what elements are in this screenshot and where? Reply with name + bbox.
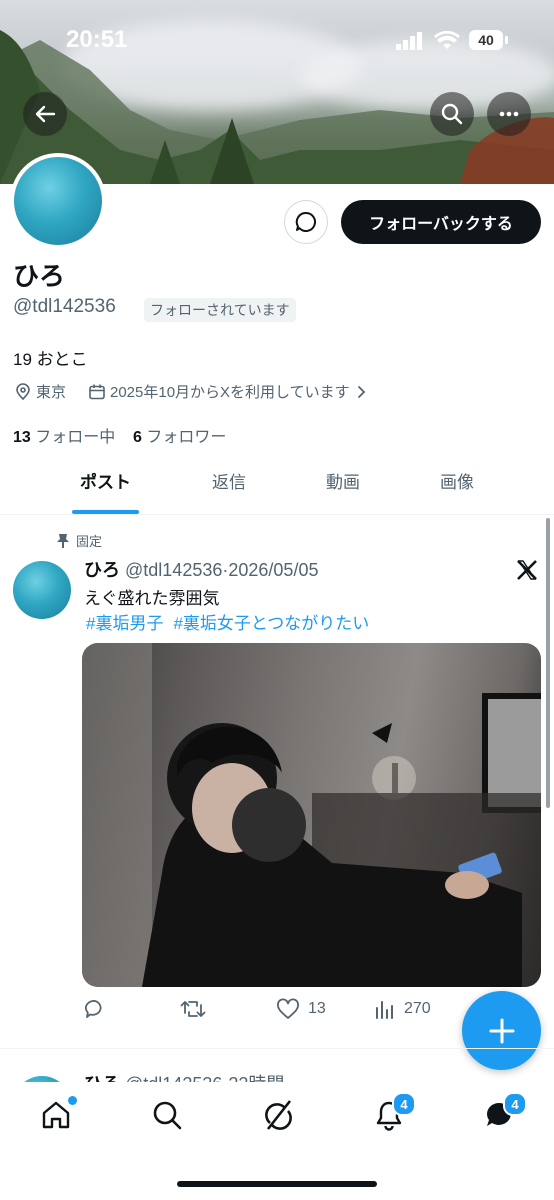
- pinned-label: 固定: [76, 534, 103, 549]
- follows-you-badge: フォローされています: [144, 298, 296, 322]
- nav-home[interactable]: [39, 1096, 77, 1132]
- following-count: 13: [13, 429, 31, 446]
- search-icon: [153, 1101, 182, 1130]
- hashtag-link[interactable]: #裏垢男子: [86, 614, 163, 633]
- profile-avatar[interactable]: [10, 153, 106, 249]
- following-label: フォロー中: [35, 429, 116, 446]
- nav-grok[interactable]: [261, 1098, 295, 1132]
- plus-icon: [489, 1018, 514, 1043]
- post-text: えぐ盛れた雰囲気: [84, 589, 220, 608]
- nav-messages[interactable]: 4: [483, 1092, 527, 1132]
- x-logo-icon[interactable]: [515, 558, 539, 587]
- follow-counts: 13 フォロー中 6 フォロワー: [13, 423, 226, 447]
- view-count: 270: [404, 1000, 431, 1017]
- following-link[interactable]: 13 フォロー中: [13, 429, 115, 446]
- profile-name: ひろ: [13, 261, 66, 291]
- search-icon: [441, 103, 463, 125]
- joined-text: 2025年10月からXを利用しています: [110, 384, 350, 401]
- back-button[interactable]: [23, 92, 67, 136]
- like-button[interactable]: 13: [276, 998, 326, 1020]
- pin-icon: [57, 533, 69, 548]
- photo-illustration: [82, 643, 541, 987]
- pinned-indicator: 固定: [56, 531, 102, 550]
- post-author[interactable]: ひろ: [84, 560, 120, 580]
- post-header: ひろ @tdl142536·2026/05/05: [84, 556, 318, 582]
- like-count: 13: [308, 1000, 326, 1017]
- chevron-right-icon: [357, 385, 365, 398]
- profile-bio: 19 おとこ: [13, 350, 88, 369]
- location-text: 東京: [36, 384, 67, 401]
- follow-back-button[interactable]: フォローバックする: [341, 200, 541, 244]
- followers-count: 6: [133, 429, 142, 446]
- reply-button[interactable]: [84, 998, 106, 1020]
- scrollbar[interactable]: [546, 518, 550, 808]
- battery-icon: 40: [469, 30, 503, 50]
- joined-date[interactable]: 2025年10月からXを利用しています: [88, 381, 368, 402]
- home-notification-dot: [68, 1096, 77, 1105]
- search-button[interactable]: [430, 92, 474, 136]
- battery-tip: [505, 36, 508, 44]
- views-button[interactable]: 270: [374, 998, 431, 1020]
- compose-post-button[interactable]: [462, 991, 541, 1070]
- followers-label: フォロワー: [146, 429, 227, 446]
- wifi-icon: [434, 30, 460, 56]
- profile-handle: @tdl142536: [13, 296, 116, 317]
- more-options-button[interactable]: [487, 92, 531, 136]
- chat-bubble-icon: [295, 211, 317, 232]
- location: 東京: [14, 381, 66, 402]
- post-hashtags: #裏垢男子 #裏垢女子とつながりたい: [86, 609, 379, 634]
- profile-tabs: ポスト 返信 動画 画像: [0, 462, 554, 515]
- home-icon: [42, 1101, 70, 1129]
- cellular-signal-icon: [396, 32, 424, 55]
- arrow-left-icon: [35, 105, 56, 123]
- grok-icon: [265, 1100, 292, 1130]
- message-button[interactable]: [284, 200, 328, 244]
- more-horizontal-icon: [499, 111, 519, 117]
- tab-images[interactable]: 画像: [418, 462, 496, 514]
- location-pin-icon: [16, 382, 30, 400]
- reply-icon: [84, 1000, 102, 1018]
- repost-icon: [180, 1001, 206, 1017]
- tab-replies[interactable]: 返信: [190, 462, 268, 514]
- post-handle[interactable]: @tdl142536: [125, 560, 222, 580]
- calendar-icon: [89, 384, 105, 399]
- tab-videos[interactable]: 動画: [304, 462, 382, 514]
- status-time: 20:51: [66, 26, 128, 53]
- followers-link[interactable]: 6 フォロワー: [133, 429, 226, 446]
- home-indicator[interactable]: [177, 1181, 377, 1187]
- nav-search[interactable]: [150, 1098, 184, 1132]
- repost-button[interactable]: [180, 998, 206, 1020]
- analytics-icon: [376, 1001, 393, 1019]
- post-image[interactable]: [82, 643, 541, 987]
- hashtag-link[interactable]: #裏垢女子とつながりたい: [173, 614, 369, 633]
- nav-notifications[interactable]: 4: [372, 1092, 416, 1132]
- messages-badge: 4: [503, 1092, 527, 1116]
- tab-posts[interactable]: ポスト: [66, 462, 145, 514]
- post-avatar[interactable]: [13, 561, 71, 619]
- post-date[interactable]: 2026/05/05: [228, 560, 318, 580]
- post-divider: [0, 1048, 554, 1049]
- active-tab-indicator: [72, 510, 139, 514]
- notifications-badge: 4: [392, 1092, 416, 1116]
- heart-icon: [277, 998, 299, 1019]
- profile-banner[interactable]: 20:51 40: [0, 0, 554, 184]
